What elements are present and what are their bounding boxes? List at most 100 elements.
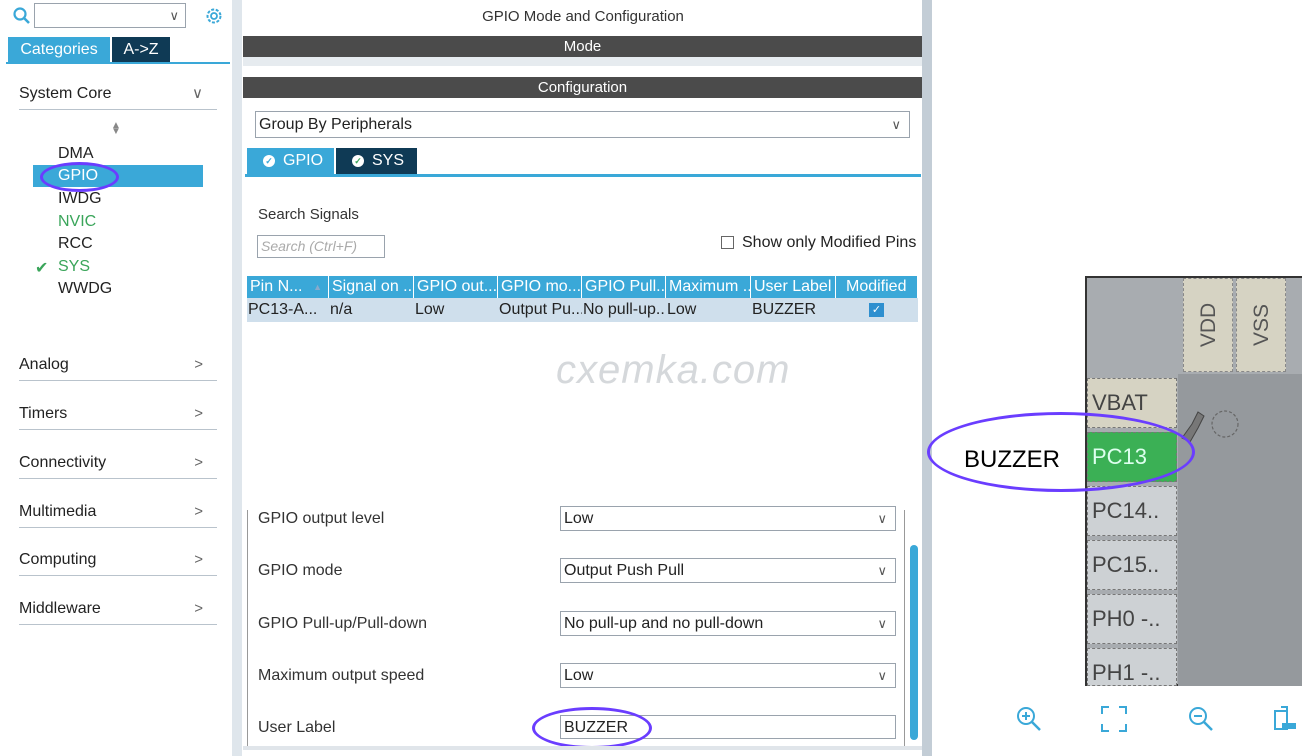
pin-ph0[interactable]: PH0 -.. [1087, 594, 1177, 644]
gpio-output-level-select[interactable]: Low ∨ [560, 506, 896, 531]
chevron-down-icon: ∨ [877, 616, 887, 631]
table-cell[interactable]: Output Pu... [498, 298, 582, 322]
mode-header[interactable]: Mode [243, 36, 922, 57]
tab-label: SYS [372, 152, 405, 169]
chevron-right-icon: > [194, 405, 203, 422]
modified-checkbox[interactable]: ✓ [869, 303, 884, 317]
chevron-down-icon: ∨ [169, 8, 179, 23]
watermark: cxemka.com [556, 348, 791, 392]
tab-a-z[interactable]: A->Z [112, 37, 170, 62]
table-header[interactable]: Modified [836, 276, 918, 298]
pin-vss[interactable]: VSS [1236, 278, 1286, 372]
tab-underline [6, 62, 230, 64]
category-computing[interactable]: Computing > [19, 545, 217, 576]
chevron-right-icon: > [194, 356, 203, 373]
chevron-right-icon: > [194, 503, 203, 520]
table-cell[interactable]: No pull-up... [582, 298, 666, 322]
tab-sys[interactable]: ✓ SYS [336, 148, 417, 174]
table-cell[interactable]: BUZZER [751, 298, 836, 322]
group-by-value: Group By Peripherals [259, 116, 412, 133]
list-item-wwdg[interactable]: WWDG [58, 278, 112, 300]
table-header[interactable]: GPIO out... [414, 276, 498, 298]
scroll-track [904, 510, 905, 746]
configuration-header[interactable]: Configuration [243, 77, 922, 98]
scrollbar[interactable] [910, 545, 918, 740]
annotation-circle [927, 412, 1195, 492]
table-cell[interactable]: ✓ [836, 298, 918, 322]
property-label: GPIO output level [258, 510, 385, 527]
fit-screen-icon[interactable] [1100, 705, 1128, 733]
category-multimedia[interactable]: Multimedia > [19, 497, 217, 528]
chevron-down-icon: ∨ [877, 511, 887, 526]
category-label: Multimedia [19, 503, 97, 520]
annotation-circle [532, 707, 652, 749]
property-label: GPIO mode [258, 562, 343, 579]
pin-pc14[interactable]: PC14.. [1087, 486, 1177, 536]
table-cell[interactable]: Low [666, 298, 751, 322]
category-label: Connectivity [19, 454, 107, 471]
left-panel: ∨ Categories A->Z System Core ∨ ▲ ▼ DMA G… [0, 0, 232, 756]
chevron-right-icon: > [194, 454, 203, 471]
zoom-out-icon[interactable] [1187, 705, 1215, 733]
tab-gpio[interactable]: ✓ GPIO [247, 148, 334, 174]
table-cell[interactable]: n/a [329, 298, 414, 322]
check-icon: ✔ [35, 260, 49, 277]
category-label: Middleware [19, 600, 101, 617]
list-item-nvic[interactable]: NVIC [58, 211, 96, 233]
category-label: Timers [19, 405, 68, 422]
pin-vdd[interactable]: VDD [1183, 278, 1233, 372]
list-item-sys[interactable]: SYS [58, 256, 90, 278]
category-label: Analog [19, 356, 69, 373]
check-circle-icon: ✓ [263, 154, 275, 167]
table-header[interactable]: GPIO mo... [498, 276, 582, 298]
chevron-down-icon: ∨ [891, 117, 901, 132]
zoom-in-icon[interactable] [1015, 705, 1043, 733]
table-header[interactable]: Pin N... ▲ [247, 276, 329, 298]
property-label: GPIO Pull-up/Pull-down [258, 615, 427, 632]
table-cell[interactable]: PC13-A... [247, 298, 329, 322]
search-icon[interactable] [12, 6, 32, 26]
chevron-right-icon: > [194, 600, 203, 617]
max-output-speed-select[interactable]: Low ∨ [560, 663, 896, 688]
group-by-select[interactable]: Group By Peripherals ∨ [255, 111, 910, 138]
mode-panel [243, 57, 922, 66]
property-label: User Label [258, 719, 336, 736]
chevron-right-icon: > [194, 551, 203, 568]
tab-underline [245, 174, 921, 177]
property-label: Maximum output speed [258, 667, 425, 684]
chevron-down-icon: ∨ [877, 668, 887, 683]
splitter[interactable] [232, 0, 242, 756]
check-circle-icon: ✓ [352, 154, 364, 167]
divider [247, 510, 248, 746]
show-modified-checkbox[interactable] [721, 236, 734, 249]
table-header[interactable]: Maximum ... [666, 276, 751, 298]
pin-pc15[interactable]: PC15.. [1087, 540, 1177, 590]
list-item-rcc[interactable]: RCC [58, 233, 93, 255]
table-header[interactable]: Signal on ... [329, 276, 414, 298]
list-item-iwdg[interactable]: IWDG [58, 188, 102, 210]
category-label: Computing [19, 551, 97, 568]
search-signals-input[interactable]: Search (Ctrl+F) [257, 235, 385, 258]
export-icon[interactable] [1272, 703, 1300, 733]
category-system-core[interactable]: System Core ∨ [19, 79, 217, 110]
table-header[interactable]: User Label [751, 276, 836, 298]
chevron-down-icon: ∨ [192, 85, 203, 102]
category-analog[interactable]: Analog > [19, 350, 217, 381]
splitter[interactable] [922, 0, 932, 756]
tab-categories[interactable]: Categories [8, 37, 110, 62]
table-cell[interactable]: Low [414, 298, 498, 322]
category-label: System Core [19, 85, 112, 102]
sort-icon[interactable]: ▲ ▼ [111, 121, 121, 137]
chevron-down-icon: ∨ [877, 563, 887, 578]
page-title: GPIO Mode and Configuration [482, 8, 684, 25]
category-timers[interactable]: Timers > [19, 399, 217, 430]
search-combo[interactable]: ∨ [34, 3, 186, 28]
category-connectivity[interactable]: Connectivity > [19, 448, 217, 479]
pin-ph1[interactable]: PH1 -.. [1087, 648, 1177, 686]
gpio-pull-select[interactable]: No pull-up and no pull-down ∨ [560, 611, 896, 636]
gpio-mode-select[interactable]: Output Push Pull ∨ [560, 558, 896, 583]
sort-icon[interactable]: ▲ [313, 276, 322, 298]
table-header[interactable]: GPIO Pull... [582, 276, 666, 298]
gear-icon[interactable] [203, 5, 225, 27]
category-middleware[interactable]: Middleware > [19, 594, 217, 625]
